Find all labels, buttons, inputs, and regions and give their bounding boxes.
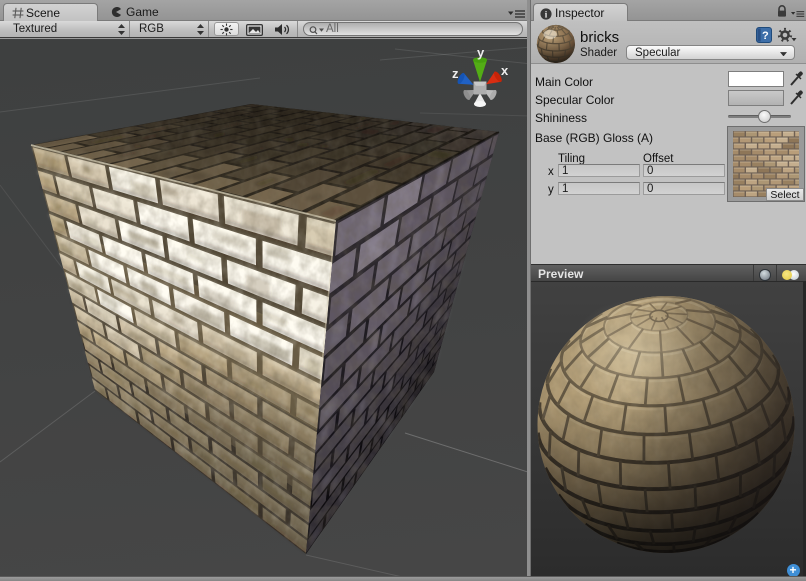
svg-text:z: z <box>452 66 459 81</box>
svg-text:y: y <box>477 45 485 60</box>
svg-text:?: ? <box>762 30 769 42</box>
svg-text:x: x <box>501 63 509 78</box>
